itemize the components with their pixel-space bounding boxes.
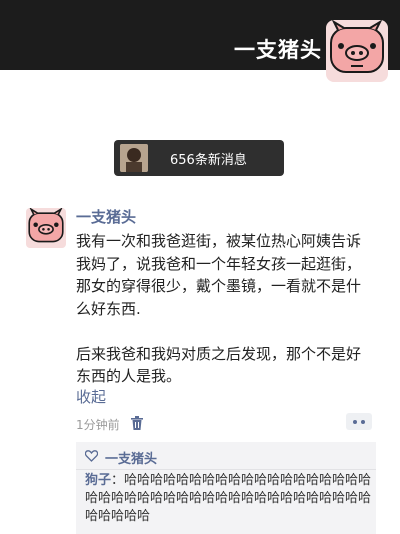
collapse-link[interactable]: 收起: [76, 386, 106, 407]
more-dot: [353, 420, 357, 424]
new-messages-label: 656条新消息: [170, 153, 247, 168]
like-user-name[interactable]: 一支猪头: [105, 448, 157, 467]
header-username: 一支猪头: [234, 38, 322, 62]
new-messages-notice[interactable]: 656条新消息: [114, 140, 284, 176]
comment-separator: ：: [111, 473, 125, 488]
message-sender-avatar: [120, 144, 148, 172]
pig-icon: [28, 208, 64, 243]
post-text: 我有一次和我爸逛街，被某位热心阿姨告诉我妈了，说我爸和一个年轻女孩一起逛街，那女…: [76, 232, 362, 385]
more-dot: [361, 420, 365, 424]
likes-comments-panel: 一支猪头 狗子：哈哈哈哈哈哈哈哈哈哈哈哈哈哈哈哈哈哈哈哈哈哈哈哈哈哈哈哈哈哈哈哈…: [76, 442, 376, 534]
post-author-avatar[interactable]: [26, 208, 66, 248]
comment-text: 哈哈哈哈哈哈哈哈哈哈哈哈哈哈哈哈哈哈哈哈哈哈哈哈哈哈哈哈哈哈哈哈哈哈哈哈哈哈哈哈…: [85, 473, 372, 524]
more-actions-button[interactable]: [346, 413, 372, 430]
comment-item[interactable]: 狗子：哈哈哈哈哈哈哈哈哈哈哈哈哈哈哈哈哈哈哈哈哈哈哈哈哈哈哈哈哈哈哈哈哈哈哈哈哈…: [85, 472, 375, 526]
pig-icon: [330, 20, 384, 73]
profile-avatar[interactable]: [326, 20, 388, 82]
divider: [76, 469, 376, 470]
heart-icon: [85, 450, 98, 462]
comment-author[interactable]: 狗子: [85, 473, 111, 488]
trash-icon[interactable]: [131, 415, 143, 430]
post-author-name[interactable]: 一支猪头: [76, 206, 136, 227]
post-timestamp: 1分钟前: [76, 418, 120, 432]
